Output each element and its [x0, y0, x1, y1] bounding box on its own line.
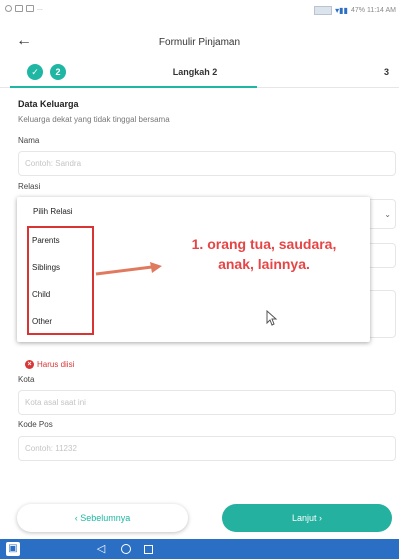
city-input[interactable]: Kota asal saat ini	[18, 390, 396, 415]
system-icons: ▾▮▮ 47% 11:14 AM	[314, 6, 396, 15]
status-time: 47% 11:14 AM	[350, 7, 396, 14]
nav-recent-icon[interactable]	[144, 545, 153, 554]
chevron-down-icon[interactable]: ⌄	[384, 210, 391, 219]
error-text: Harus diisi	[37, 360, 75, 369]
step-label: Langkah 2	[172, 67, 218, 77]
cast-icon	[314, 6, 333, 15]
stepper: ✓ 2 Langkah 2 3	[0, 58, 399, 88]
dropdown-header[interactable]: Pilih Relasi	[33, 207, 73, 216]
error-message: × Harus diisi	[25, 360, 74, 369]
annotation-arrow	[95, 262, 162, 276]
page-title: Formulir Pinjaman	[158, 37, 241, 48]
image-icon	[15, 5, 23, 12]
relation-label: Relasi	[18, 182, 41, 191]
signal-icon: ▾▮▮	[335, 6, 348, 15]
zip-input[interactable]: Contoh: 11232	[18, 436, 396, 461]
next-button[interactable]: Lanjut ›	[222, 504, 392, 532]
name-input[interactable]: Contoh: Sandra	[18, 151, 396, 176]
sync-icon	[5, 5, 12, 12]
annotation-line-1: 1. orang tua, saudara,	[191, 236, 337, 252]
prev-button[interactable]: ‹ Sebelumnya	[17, 504, 188, 532]
step-total: 3	[383, 67, 389, 77]
message-icon	[26, 5, 34, 12]
section-title: Data Keluarga	[18, 99, 79, 109]
annotation-text: 1. orang tua, saudara, anak, lainnya.	[164, 234, 364, 274]
android-nav-bar: ▣ ◁	[0, 539, 399, 559]
step-progress-bar	[10, 86, 257, 88]
annotation-line-2: anak, lainnya.	[218, 256, 310, 272]
error-icon: ×	[25, 360, 34, 369]
city-label: Kota	[18, 375, 35, 384]
nav-back-icon[interactable]: ◁	[94, 542, 108, 556]
status-bar: ... ▾▮▮ 47% 11:14 AM	[0, 0, 399, 22]
nav-home-icon[interactable]	[121, 544, 131, 554]
app-bar: ← Formulir Pinjaman	[0, 28, 399, 56]
cursor-icon	[266, 310, 278, 326]
name-label: Nama	[18, 136, 40, 145]
section-subtitle: Keluarga dekat yang tidak tinggal bersam…	[18, 115, 170, 124]
app-switch-icon[interactable]: ▣	[6, 542, 20, 556]
notification-icons: ...	[5, 5, 43, 12]
annotation-box	[27, 226, 94, 335]
zip-label: Kode Pos	[18, 420, 53, 429]
